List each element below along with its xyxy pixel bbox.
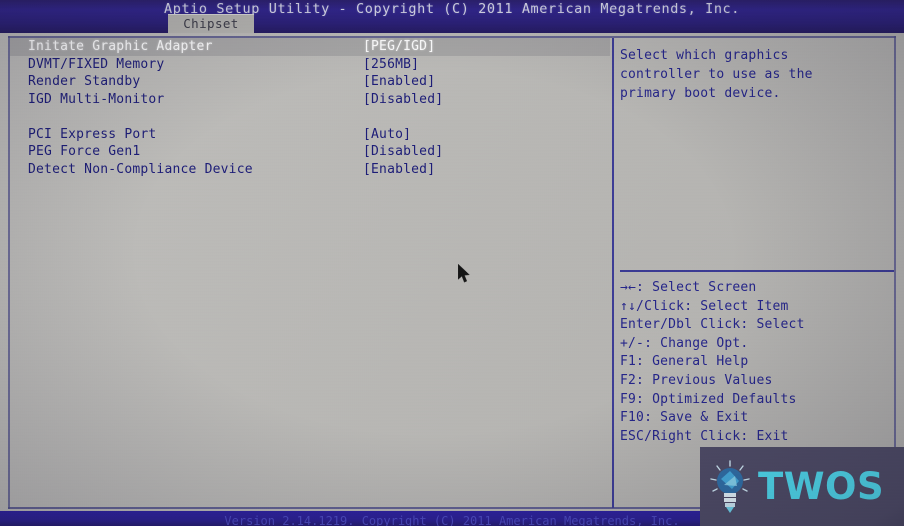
- settings-row[interactable]: Render Standby [Enabled]: [10, 73, 610, 91]
- setting-label: DVMT/FIXED Memory: [28, 56, 165, 72]
- legend-line: ↑↓/Click: Select Item: [620, 298, 789, 314]
- bios-setup-screen: Aptio Setup Utility - Copyright (C) 2011…: [0, 0, 904, 526]
- legend-line: ESC/Right Click: Exit: [620, 428, 789, 444]
- key-legend-panel: →←: Select Screen ↑↓/Click: Select Item En…: [620, 279, 898, 446]
- settings-row[interactable]: IGD Multi-Monitor [Disabled]: [10, 91, 610, 109]
- legend-line: →←: Select Screen: [620, 280, 757, 295]
- settings-list: Initate Graphic Adapter [PEG/IGD] DVMT/FIX…: [10, 38, 610, 178]
- settings-row[interactable]: Initate Graphic Adapter [PEG/IGD]: [10, 38, 610, 56]
- settings-row[interactable]: PCI Express Port [Auto]: [10, 126, 610, 144]
- setting-label: IGD Multi-Monitor: [28, 91, 165, 107]
- settings-row[interactable]: DVMT/FIXED Memory [256MB]: [10, 56, 610, 74]
- tab-chipset[interactable]: Chipset: [168, 14, 254, 33]
- setting-label: Initate Graphic Adapter: [28, 39, 213, 54]
- legend-line: F9: Optimized Defaults: [620, 391, 797, 407]
- settings-row-spacer: [10, 108, 610, 126]
- setting-value[interactable]: [256MB]: [363, 56, 419, 74]
- settings-row[interactable]: Detect Non-Compliance Device [Enabled]: [10, 161, 610, 179]
- setting-value[interactable]: [Disabled]: [363, 91, 443, 109]
- watermark-logo: TWOS: [700, 447, 904, 526]
- settings-row[interactable]: PEG Force Gen1 [Disabled]: [10, 143, 610, 161]
- legend-separator: [620, 270, 894, 272]
- setting-value[interactable]: [Enabled]: [363, 73, 435, 91]
- panel-divider: [612, 38, 614, 508]
- legend-line: F2: Previous Values: [620, 372, 773, 388]
- legend-line: +/-: Change Opt.: [620, 335, 749, 351]
- setting-value[interactable]: [Disabled]: [363, 143, 443, 161]
- lightbulb-icon: [710, 459, 750, 513]
- legend-line: F10: Save & Exit: [620, 410, 749, 426]
- help-text-line: controller to use as the: [620, 67, 813, 82]
- setting-value[interactable]: [Enabled]: [363, 161, 435, 179]
- setting-label: PCI Express Port: [28, 126, 157, 142]
- watermark-text: TWOS: [758, 465, 885, 508]
- window-title: Aptio Setup Utility - Copyright (C) 2011…: [163, 1, 741, 17]
- setting-label: Detect Non-Compliance Device: [28, 161, 253, 177]
- setting-value[interactable]: [PEG/IGD]: [363, 38, 435, 56]
- help-text-line: Select which graphics: [620, 48, 789, 63]
- setting-label: Render Standby: [28, 74, 141, 89]
- help-text-line: primary boot device.: [620, 86, 781, 101]
- legend-line: F1: General Help: [620, 354, 749, 370]
- legend-line: Enter/Dbl Click: Select: [620, 317, 805, 333]
- title-bar: Aptio Setup Utility - Copyright (C) 2011…: [0, 0, 904, 33]
- setting-value[interactable]: [Auto]: [363, 126, 411, 144]
- help-panel: Select which graphics controller to use a…: [620, 46, 894, 103]
- setting-label: PEG Force Gen1: [28, 144, 141, 159]
